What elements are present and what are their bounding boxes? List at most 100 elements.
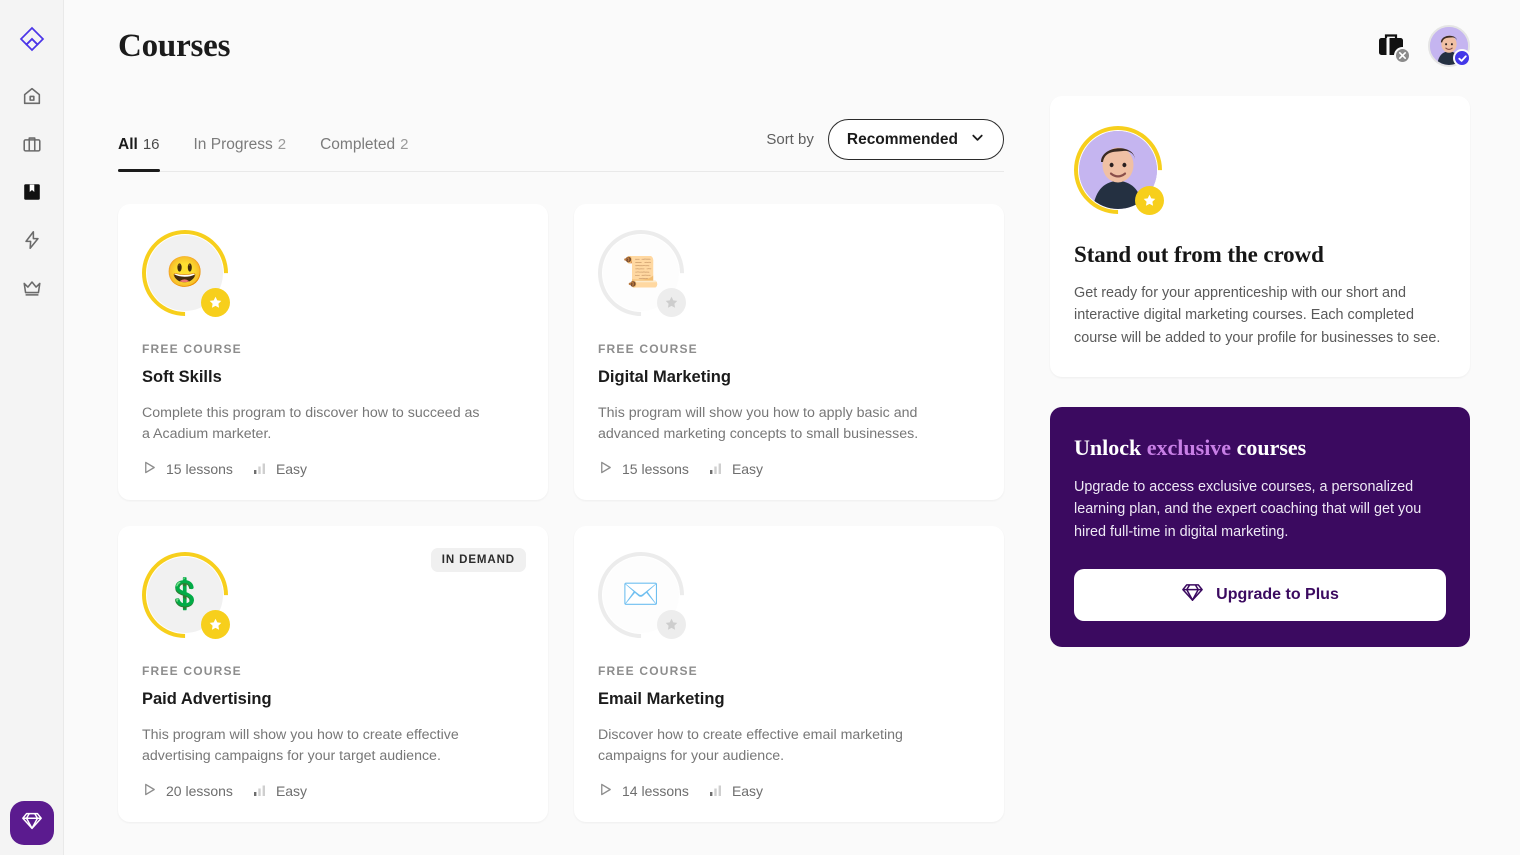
course-meta: 20 lessons Easy xyxy=(142,782,307,800)
course-description: Discover how to create effective email m… xyxy=(598,727,903,765)
star-badge-icon xyxy=(201,610,230,639)
lessons-count: 20 lessons xyxy=(166,783,233,799)
difficulty-bars-icon xyxy=(709,783,723,800)
course-meta: 14 lessons Easy xyxy=(598,782,763,800)
course-card[interactable]: 📜 FREE COURSE Digital Marketing This pro… xyxy=(574,204,1004,500)
content-columns: All 16 In Progress 2 Completed 2 Sort by Re… xyxy=(118,92,1470,822)
course-title: Digital Marketing xyxy=(598,368,731,386)
app-root: Courses All 16 In Progress 2 Completed 2… xyxy=(0,0,1520,855)
side-panels: Stand out from the crowd Get ready for y… xyxy=(1050,92,1470,647)
course-title: Paid Advertising xyxy=(142,690,272,708)
sidebar-item-premium[interactable] xyxy=(10,266,54,310)
course-meta: 15 lessons Easy xyxy=(598,460,763,478)
stand-out-panel: Stand out from the crowd Get ready for y… xyxy=(1050,96,1470,377)
course-title: Soft Skills xyxy=(142,368,222,386)
course-eyebrow: FREE COURSE xyxy=(598,664,698,678)
course-description: This program will show you how to create… xyxy=(142,727,459,765)
briefcase-icon xyxy=(21,133,43,155)
acadium-logo-icon[interactable] xyxy=(10,18,54,62)
sort-dropdown[interactable]: Recommended xyxy=(827,119,1004,160)
star-badge-icon xyxy=(1135,186,1164,215)
profile-avatar xyxy=(1055,107,1181,233)
status-badge: IN DEMAND xyxy=(430,548,526,572)
upgrade-body: Upgrade to access exclusive courses, a p… xyxy=(1074,478,1422,540)
upgrade-button-label: Upgrade to Plus xyxy=(1216,585,1339,603)
sort-dropdown-value: Recommended xyxy=(846,130,958,148)
difficulty-meta: Easy xyxy=(253,783,307,800)
upgrade-heading-pre: Unlock xyxy=(1074,434,1147,460)
course-description: This program will show you how to apply … xyxy=(598,405,919,443)
upgrade-panel: Unlock exclusive courses Upgrade to acce… xyxy=(1050,406,1470,647)
difficulty-label: Easy xyxy=(275,461,308,477)
upgrade-heading-post: courses xyxy=(1231,434,1307,460)
tab-all-label: All xyxy=(118,136,138,153)
stand-out-body: Get ready for your apprenticeship with o… xyxy=(1074,285,1441,346)
course-thumb: 📜 xyxy=(580,212,702,334)
sidebar-item-courses[interactable] xyxy=(10,170,54,214)
lessons-count: 15 lessons xyxy=(166,461,233,477)
sort-controls: Sort by Recommended xyxy=(766,119,1004,172)
course-eyebrow: FREE COURSE xyxy=(598,342,698,356)
course-card[interactable]: IN DEMAND 💲 FREE COURSE Paid Advertising… xyxy=(118,526,548,822)
tab-in-progress[interactable]: In Progress 2 xyxy=(194,136,287,172)
tab-completed-count: 2 xyxy=(400,136,409,153)
tab-completed-label: Completed xyxy=(320,136,396,153)
difficulty-bars-icon xyxy=(253,461,267,478)
play-icon xyxy=(142,460,157,478)
course-tabs: All 16 In Progress 2 Completed 2 xyxy=(118,136,408,172)
avatar[interactable] xyxy=(1428,25,1471,67)
course-eyebrow: FREE COURSE xyxy=(142,664,242,678)
difficulty-label: Easy xyxy=(731,783,764,799)
play-icon xyxy=(598,782,613,800)
crown-icon xyxy=(21,277,43,299)
diamond-icon xyxy=(1181,581,1204,609)
lessons-count: 14 lessons xyxy=(622,783,689,799)
course-thumb: ✉️ xyxy=(580,534,702,656)
tab-all[interactable]: All 16 xyxy=(118,136,160,172)
tab-in-progress-label: In Progress xyxy=(193,136,273,153)
filters-row: All 16 In Progress 2 Completed 2 Sort by Re… xyxy=(118,92,1004,172)
difficulty-bars-icon xyxy=(253,783,267,800)
top-bar: Courses xyxy=(118,0,1471,92)
star-badge-icon xyxy=(201,288,230,317)
sidebar-item-home[interactable] xyxy=(10,74,54,118)
star-badge-icon xyxy=(657,288,686,317)
main-area: Courses All 16 In Progress 2 Completed 2… xyxy=(64,0,1520,855)
check-badge-icon xyxy=(1453,49,1471,67)
sidebar-item-jobs[interactable] xyxy=(10,122,54,166)
courses-column: All 16 In Progress 2 Completed 2 Sort by Re… xyxy=(118,92,1004,822)
chevron-down-icon xyxy=(970,130,985,150)
tab-in-progress-count: 2 xyxy=(277,136,287,153)
sort-by-label: Sort by xyxy=(766,131,814,148)
home-icon xyxy=(21,85,43,107)
play-icon xyxy=(142,782,157,800)
star-badge-icon xyxy=(657,610,686,639)
course-eyebrow: FREE COURSE xyxy=(142,342,242,356)
lessons-meta: 15 lessons xyxy=(142,460,233,478)
top-bar-actions xyxy=(1376,25,1471,67)
upgrade-fab-button[interactable] xyxy=(10,801,54,845)
course-meta: 15 lessons Easy xyxy=(142,460,307,478)
difficulty-meta: Easy xyxy=(253,461,307,478)
difficulty-meta: Easy xyxy=(709,783,763,800)
difficulty-bars-icon xyxy=(709,461,723,478)
course-card[interactable]: ✉️ FREE COURSE Email Marketing Discover … xyxy=(574,526,1004,822)
upgrade-to-plus-button[interactable]: Upgrade to Plus xyxy=(1074,568,1446,621)
tab-completed[interactable]: Completed 2 xyxy=(320,136,408,172)
course-title: Email Marketing xyxy=(598,690,725,708)
stand-out-heading: Stand out from the crowd xyxy=(1074,242,1324,267)
sidebar-nav xyxy=(0,0,64,855)
course-grid: 😃 FREE COURSE Soft Skills Complete this … xyxy=(118,204,1004,822)
tab-all-count: 16 xyxy=(142,136,160,153)
lessons-count: 15 lessons xyxy=(622,461,689,477)
lightning-icon xyxy=(21,229,43,251)
jobs-bag-button[interactable] xyxy=(1376,30,1411,64)
course-description: Complete this program to discover how to… xyxy=(142,405,480,443)
difficulty-label: Easy xyxy=(275,783,308,799)
course-card[interactable]: 😃 FREE COURSE Soft Skills Complete this … xyxy=(118,204,548,500)
sidebar-item-activity[interactable] xyxy=(10,218,54,262)
difficulty-label: Easy xyxy=(731,461,764,477)
lessons-meta: 20 lessons xyxy=(142,782,233,800)
upgrade-heading: Unlock exclusive courses xyxy=(1074,435,1446,461)
play-icon xyxy=(598,460,613,478)
